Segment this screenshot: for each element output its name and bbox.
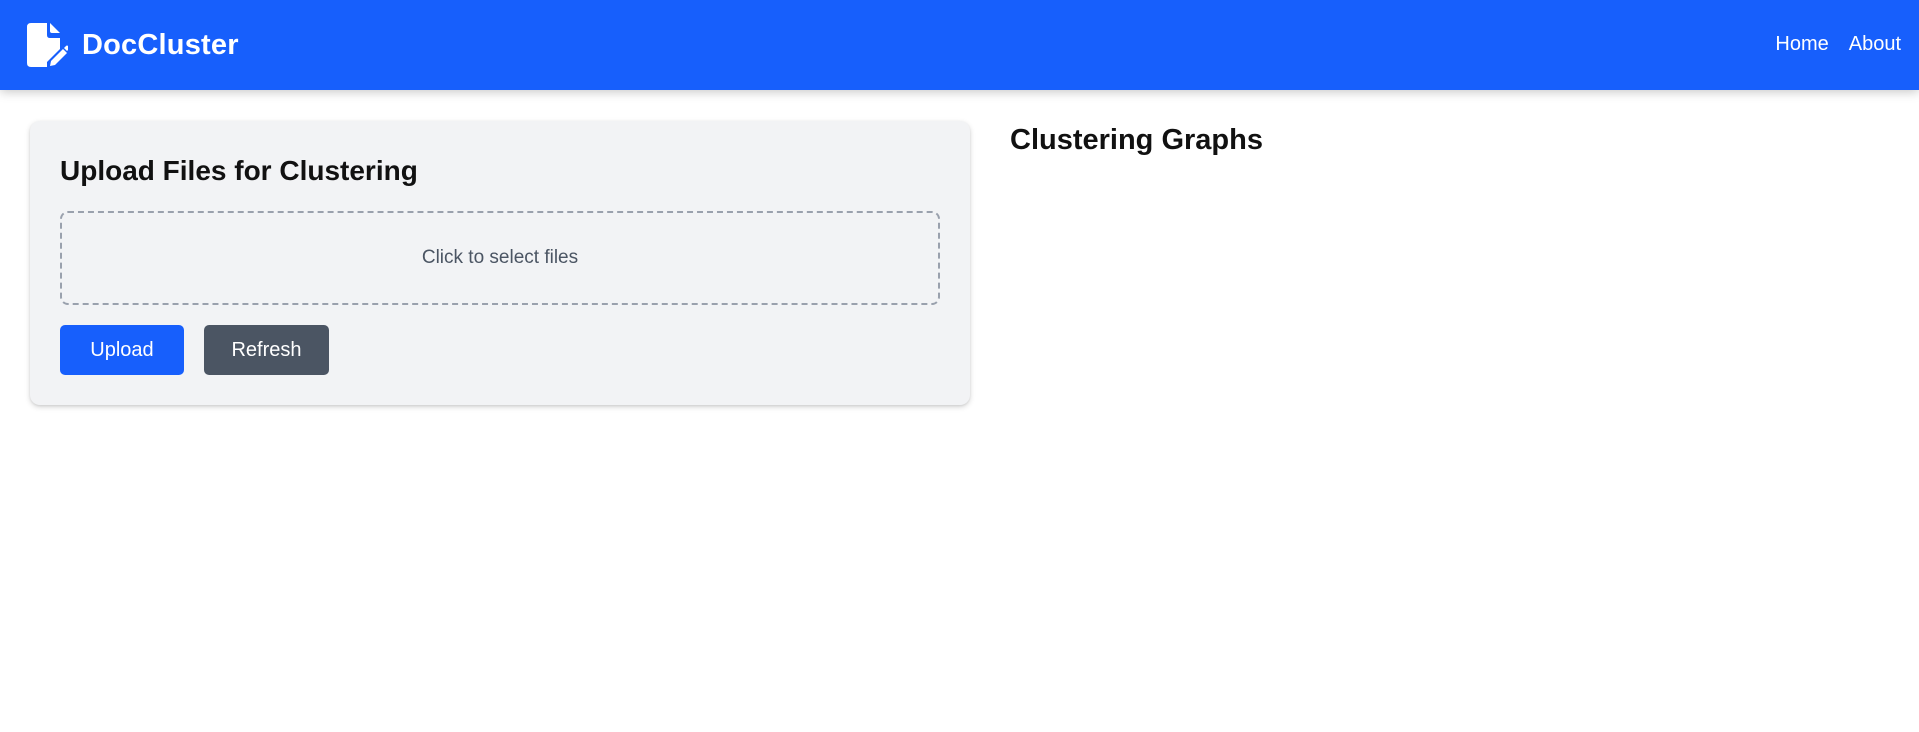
nav-links: Home About xyxy=(1775,33,1901,56)
brand-link[interactable]: DocCluster xyxy=(27,23,239,67)
navbar: DocCluster Home About xyxy=(0,0,1919,90)
file-dropzone[interactable]: Click to select files xyxy=(60,211,940,305)
document-edit-icon xyxy=(27,23,68,67)
dropzone-text: Click to select files xyxy=(421,247,579,268)
upload-card: Upload Files for Clustering Click to sel… xyxy=(30,121,970,405)
nav-home-link[interactable]: Home xyxy=(1775,33,1828,56)
upload-card-title: Upload Files for Clustering xyxy=(60,155,418,186)
refresh-button[interactable]: Refresh xyxy=(204,325,329,375)
clustering-graphs-title: Clustering Graphs xyxy=(1010,124,1263,156)
brand-name: DocCluster xyxy=(82,28,239,61)
upload-button[interactable]: Upload xyxy=(60,325,184,375)
nav-about-link[interactable]: About xyxy=(1849,33,1901,56)
clustering-graphs-area xyxy=(1010,170,1890,690)
